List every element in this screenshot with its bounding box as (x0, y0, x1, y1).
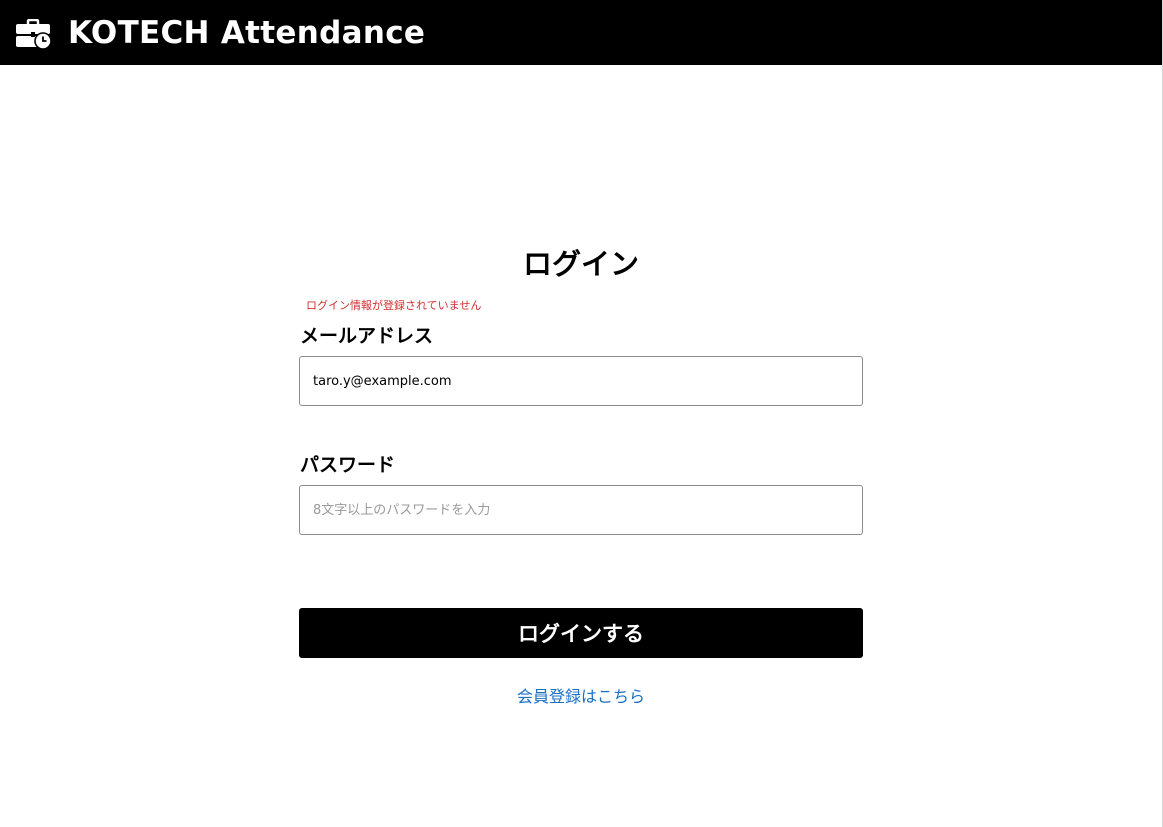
register-link[interactable]: 会員登録はこちら (0, 686, 1162, 708)
error-message: ログイン情報が登録されていません (306, 299, 482, 312)
email-label: メールアドレス (300, 325, 434, 347)
briefcase-clock-icon (16, 18, 52, 50)
password-field[interactable] (299, 485, 863, 535)
login-button[interactable]: ログインする (299, 608, 863, 658)
app-title[interactable]: KOTECH Attendance (68, 13, 425, 53)
app-header: KOTECH Attendance (0, 0, 1162, 65)
email-field[interactable] (299, 356, 863, 406)
password-label: パスワード (300, 454, 396, 476)
page-title: ログイン (522, 247, 639, 281)
